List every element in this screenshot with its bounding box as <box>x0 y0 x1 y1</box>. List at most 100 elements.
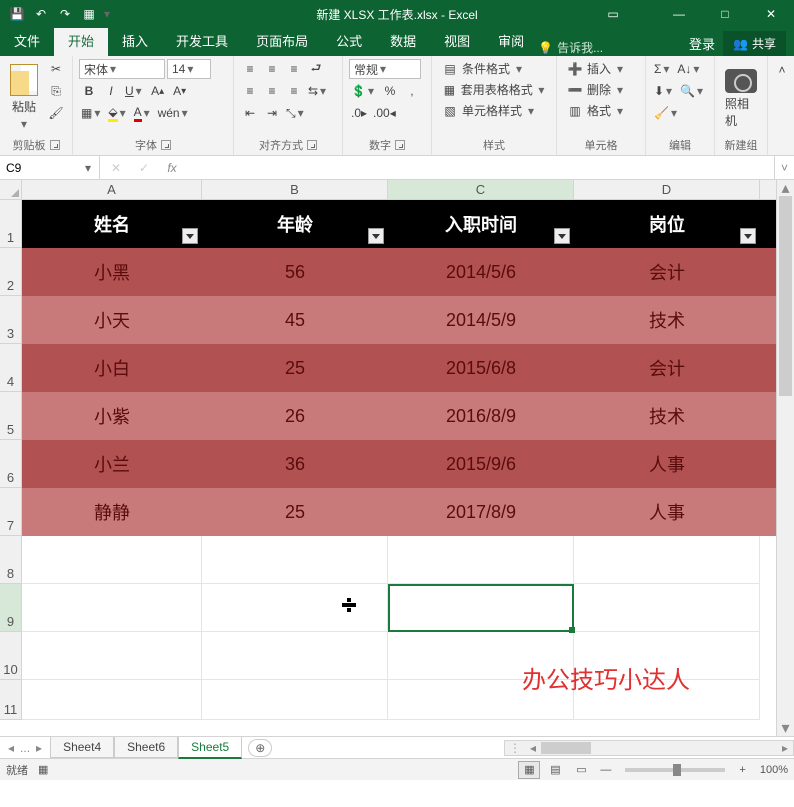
tab-home[interactable]: 开始 <box>54 25 108 56</box>
format-as-table-button[interactable]: ▦套用表格格式▾ <box>438 80 550 99</box>
align-top-icon[interactable]: ≡ <box>240 59 260 79</box>
sheet-nav-next-icon[interactable]: ▸ <box>36 741 42 755</box>
table-header-age[interactable]: 年龄 <box>202 200 388 248</box>
hscroll-thumb[interactable] <box>541 742 591 754</box>
cells-area[interactable]: 姓名 年龄 入职时间 岗位 小黑562014/5/6会计小天452014/5/9… <box>22 200 794 736</box>
fx-icon[interactable]: fx <box>162 161 182 175</box>
cell[interactable]: 36 <box>202 440 388 488</box>
row-header-7[interactable]: 7 <box>0 488 21 536</box>
zoom-in-button[interactable]: + <box>735 764 749 776</box>
tab-pagelayout[interactable]: 页面布局 <box>242 25 322 56</box>
cell[interactable] <box>22 680 202 720</box>
table-header-name[interactable]: 姓名 <box>22 200 202 248</box>
zoom-slider[interactable] <box>625 768 725 772</box>
font-name-combo[interactable]: 宋体▾ <box>79 59 165 79</box>
cell[interactable]: 人事 <box>574 440 760 488</box>
save-icon[interactable]: 💾 <box>6 3 28 25</box>
cell[interactable] <box>202 632 388 680</box>
tab-view[interactable]: 视图 <box>430 25 484 56</box>
number-launcher[interactable] <box>395 140 405 150</box>
format-cells-button[interactable]: ▥格式▾ <box>563 101 639 120</box>
select-all-button[interactable] <box>0 180 22 200</box>
delete-cells-button[interactable]: ➖删除▾ <box>563 80 639 99</box>
cell[interactable]: 技术 <box>574 392 760 440</box>
font-launcher[interactable] <box>161 140 171 150</box>
cell[interactable]: 静静 <box>22 488 202 536</box>
cell[interactable] <box>202 584 388 632</box>
cell[interactable] <box>574 584 760 632</box>
cell[interactable]: 小紫 <box>22 392 202 440</box>
tab-formulas[interactable]: 公式 <box>322 25 376 56</box>
row-header-10[interactable]: 10 <box>0 632 21 680</box>
bold-button[interactable]: B <box>79 81 99 101</box>
scroll-up-icon[interactable]: ▴ <box>777 180 794 196</box>
increase-font-button[interactable]: A▴ <box>148 81 168 101</box>
col-header-b[interactable]: B <box>202 180 388 199</box>
sheet-nav-prev-icon[interactable]: ◂ <box>8 741 14 755</box>
cell[interactable]: 人事 <box>574 488 760 536</box>
cell[interactable]: 小天 <box>22 296 202 344</box>
redo-icon[interactable]: ↷ <box>54 3 76 25</box>
row-header-11[interactable]: 11 <box>0 680 21 720</box>
cell[interactable]: 2014/5/6 <box>388 248 574 296</box>
paste-dropdown[interactable]: ▾ <box>19 117 29 131</box>
clipboard-launcher[interactable] <box>50 140 60 150</box>
close-icon[interactable]: ✕ <box>748 0 794 28</box>
alignment-launcher[interactable] <box>307 140 317 150</box>
cell[interactable]: 小黑 <box>22 248 202 296</box>
row-header-1[interactable]: 1 <box>0 200 21 248</box>
cell[interactable]: 45 <box>202 296 388 344</box>
cell[interactable]: 会计 <box>574 344 760 392</box>
scroll-down-icon[interactable]: ▾ <box>777 720 794 736</box>
cell[interactable]: 2017/8/9 <box>388 488 574 536</box>
cell[interactable]: 2015/9/6 <box>388 440 574 488</box>
zoom-out-button[interactable]: — <box>596 764 615 776</box>
cell[interactable] <box>22 584 202 632</box>
percent-button[interactable]: % <box>380 81 400 101</box>
row-header-3[interactable]: 3 <box>0 296 21 344</box>
comma-button[interactable]: , <box>402 81 422 101</box>
col-header-c[interactable]: C <box>388 180 574 199</box>
tell-me-search[interactable]: 💡 告诉我... <box>538 39 603 56</box>
cell[interactable]: 技术 <box>574 296 760 344</box>
conditional-format-button[interactable]: ▤条件格式▾ <box>438 59 550 78</box>
cell[interactable] <box>202 680 388 720</box>
login-link[interactable]: 登录 <box>689 34 715 53</box>
view-pagelayout-icon[interactable]: ▤ <box>544 761 566 779</box>
paste-button[interactable]: 粘贴 ▾ <box>6 59 42 135</box>
scroll-thumb[interactable] <box>779 196 792 396</box>
tab-file[interactable]: 文件 <box>0 25 54 56</box>
cancel-icon[interactable]: ✕ <box>106 161 126 175</box>
row-header-5[interactable]: 5 <box>0 392 21 440</box>
filter-button[interactable] <box>554 228 570 244</box>
row-header-2[interactable]: 2 <box>0 248 21 296</box>
col-header-d[interactable]: D <box>574 180 760 199</box>
format-painter-icon[interactable]: 🖌 <box>46 103 66 123</box>
filter-button[interactable] <box>740 228 756 244</box>
cell[interactable] <box>574 536 760 584</box>
italic-button[interactable]: I <box>101 81 121 101</box>
maximize-icon[interactable]: □ <box>702 0 748 28</box>
horizontal-scrollbar[interactable]: ⋮ ◂ ▸ <box>504 740 794 756</box>
camera-button[interactable]: 照相机 <box>721 59 761 135</box>
table-header-role[interactable]: 岗位 <box>574 200 760 248</box>
font-size-combo[interactable]: 14▾ <box>167 59 211 79</box>
cell[interactable]: 26 <box>202 392 388 440</box>
align-center-icon[interactable]: ≡ <box>262 81 282 101</box>
zoom-knob[interactable] <box>673 764 681 776</box>
decrease-indent-icon[interactable]: ⇤ <box>240 103 260 123</box>
cell[interactable] <box>388 536 574 584</box>
decrease-decimal-icon[interactable]: .00◂ <box>371 103 398 123</box>
qat-customize-dropdown[interactable]: ▾ <box>102 3 112 25</box>
tab-data[interactable]: 数据 <box>376 25 430 56</box>
minimize-icon[interactable]: — <box>656 0 702 28</box>
ribbon-display-icon[interactable]: ▭ <box>590 0 636 28</box>
cell[interactable]: 2014/5/9 <box>388 296 574 344</box>
cell[interactable] <box>388 584 574 632</box>
underline-button[interactable]: U▾ <box>123 81 146 101</box>
increase-indent-icon[interactable]: ⇥ <box>262 103 282 123</box>
sheet-tab-sheet5[interactable]: Sheet5 <box>178 737 242 759</box>
tab-insert[interactable]: 插入 <box>108 25 162 56</box>
border-button[interactable]: ▦▾ <box>79 103 104 123</box>
sheet-nav-dots[interactable]: ... <box>20 741 30 755</box>
